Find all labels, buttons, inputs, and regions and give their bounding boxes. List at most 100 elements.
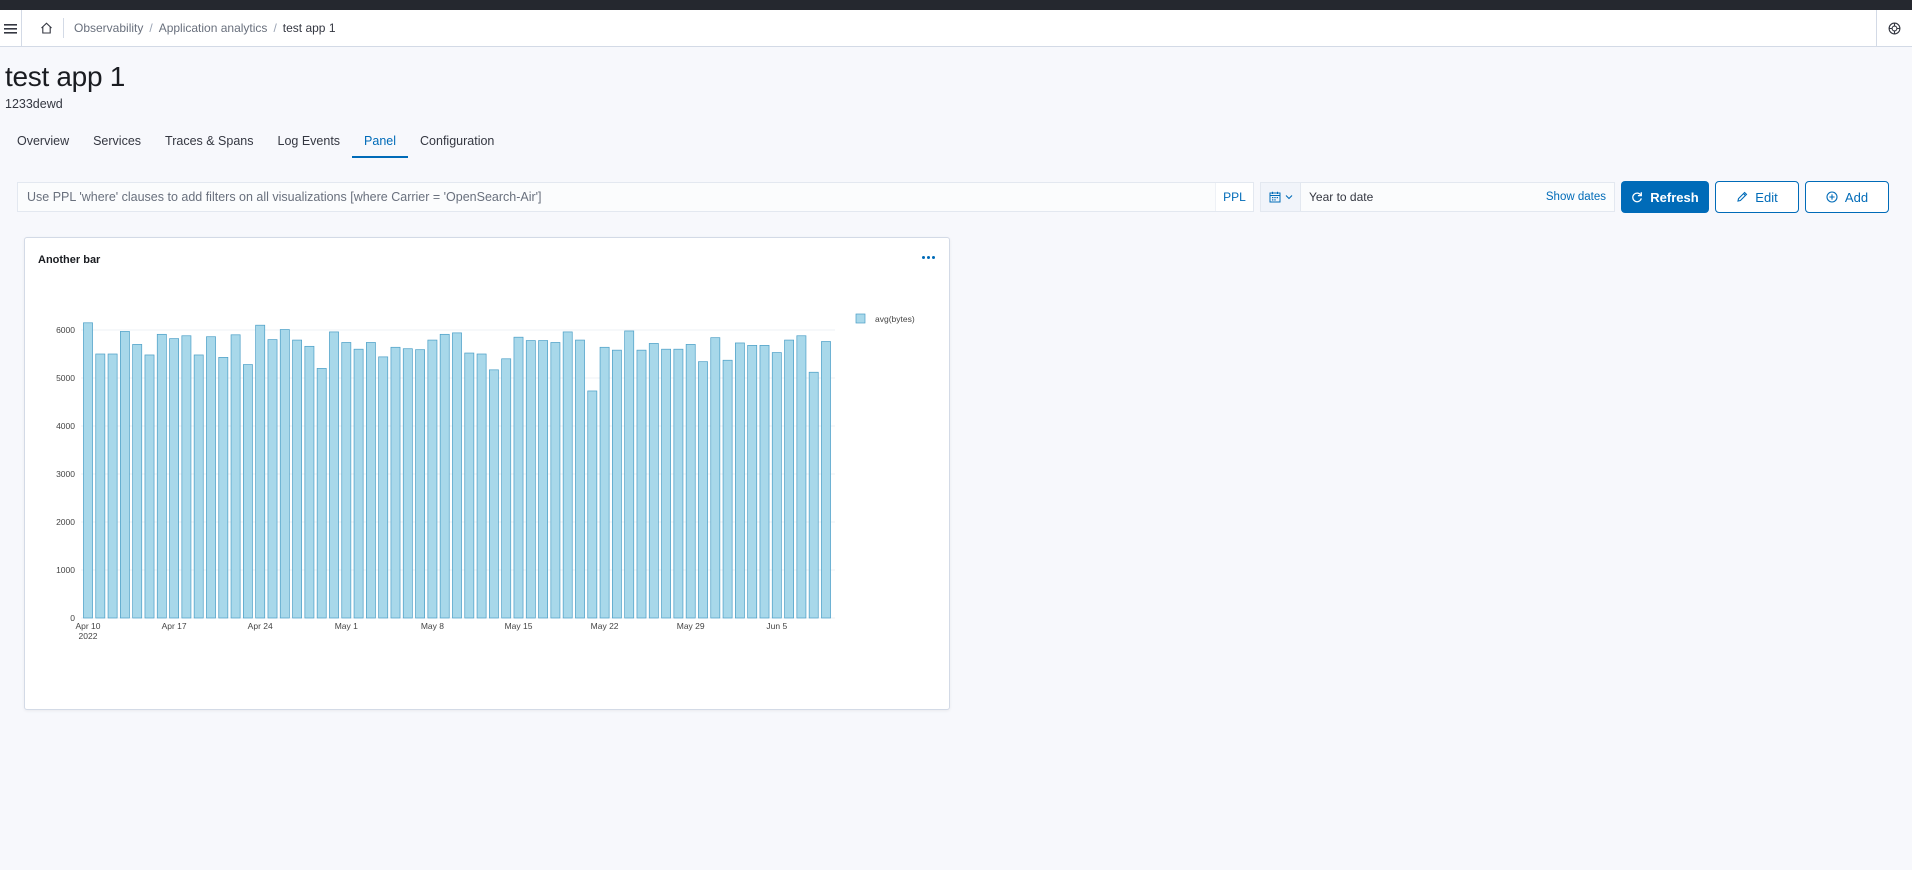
x-tick-label: May 15	[505, 621, 533, 631]
chart-bar	[206, 336, 216, 619]
chart-bar	[562, 331, 573, 619]
add-label: Add	[1844, 189, 1869, 205]
chart-bar	[279, 329, 290, 619]
chart-bar	[501, 358, 512, 619]
calendar-icon	[1269, 191, 1280, 203]
quick-select-button[interactable]	[1261, 183, 1301, 211]
chart-bar	[107, 353, 118, 619]
chart-bar	[784, 339, 794, 619]
chart-bar	[698, 361, 708, 619]
plus-circle-icon	[1826, 191, 1838, 203]
chart-bar	[341, 342, 352, 619]
chart-bar	[119, 331, 130, 619]
x-tick-label: Apr 10	[75, 621, 100, 631]
chart-bar	[796, 335, 807, 619]
tab-services[interactable]: Services	[81, 128, 153, 158]
ppl-button[interactable]: PPL	[1215, 183, 1253, 211]
tab-configuration[interactable]: Configuration	[408, 128, 506, 158]
chart-bar	[243, 364, 253, 619]
chart-bar	[575, 339, 585, 619]
chart-bar	[255, 324, 266, 619]
menu-button[interactable]	[0, 10, 22, 46]
y-tick-label: 2000	[56, 517, 75, 527]
chart-bar	[611, 349, 622, 619]
chart-bar	[734, 342, 745, 619]
tab-traces-spans[interactable]: Traces & Spans	[153, 128, 265, 158]
chart-bar	[587, 390, 598, 619]
x-tick-label: May 8	[421, 621, 444, 631]
edit-button[interactable]: Edit	[1715, 181, 1799, 213]
tab-panel[interactable]: Panel	[352, 128, 409, 158]
chart-bar	[464, 352, 475, 619]
chart-bar	[636, 349, 647, 619]
chart-bar	[304, 345, 315, 619]
breadcrumb-observability[interactable]: Observability	[74, 21, 143, 35]
y-tick-label: 5000	[56, 373, 75, 383]
breadcrumb-separator: /	[149, 21, 153, 35]
show-dates-link[interactable]: Show dates	[1546, 191, 1614, 203]
chart-bar	[181, 335, 192, 619]
breadcrumb-current: test app 1	[282, 21, 336, 35]
help-button[interactable]	[1876, 10, 1912, 46]
chart-bar	[722, 359, 733, 619]
date-picker: Year to date Show dates	[1260, 182, 1615, 212]
chart-bar	[476, 353, 487, 619]
chart-bar	[439, 333, 450, 619]
chart-bar	[513, 336, 524, 619]
chart-bar	[366, 342, 376, 619]
page-subtitle: 1233dewd	[5, 97, 63, 111]
breadcrumb: Observability / Application analytics / …	[74, 10, 336, 46]
chart-bar	[648, 343, 659, 619]
page-title: test app 1	[5, 61, 125, 92]
refresh-icon	[1632, 192, 1643, 203]
date-range-value[interactable]: Year to date	[1301, 190, 1546, 204]
home-button[interactable]	[32, 10, 60, 46]
chart-bar	[193, 354, 204, 619]
ppl-filter-input[interactable]	[18, 183, 1215, 211]
chart-bar	[747, 345, 758, 619]
breadcrumb-separator: /	[273, 21, 277, 35]
chart-bar	[390, 346, 401, 619]
chart-bar	[83, 322, 93, 619]
chart-bar	[427, 339, 438, 619]
x-tick-label: May 1	[335, 621, 358, 631]
chart-bar	[415, 349, 425, 619]
refresh-label: Refresh	[1650, 189, 1699, 205]
chart-bar	[218, 357, 229, 619]
tab-bar: Overview Services Traces & Spans Log Eve…	[5, 128, 506, 158]
chart-bar	[685, 344, 696, 619]
chart-bar	[673, 348, 684, 619]
pencil-icon	[1737, 191, 1748, 202]
header-divider	[63, 18, 64, 38]
edit-label: Edit	[1755, 189, 1778, 205]
add-button[interactable]: Add	[1805, 181, 1889, 213]
tab-log-events[interactable]: Log Events	[266, 128, 353, 158]
chart-bar	[550, 342, 561, 619]
chart-bar	[378, 356, 389, 619]
x-tick-label: Jun 5	[766, 621, 787, 631]
chart-bar	[329, 331, 339, 619]
y-tick-label: 1000	[56, 565, 75, 575]
chart-bar	[661, 348, 671, 619]
top-strip	[0, 0, 1912, 10]
chart-bar	[599, 346, 610, 619]
breadcrumb-application-analytics[interactable]: Application analytics	[159, 21, 268, 35]
y-tick-label: 4000	[56, 421, 75, 431]
chart-bar	[489, 369, 499, 619]
chart-bar	[95, 353, 106, 619]
refresh-button[interactable]: Refresh	[1621, 181, 1709, 213]
chart-bar	[230, 334, 241, 619]
y-tick-label: 6000	[56, 325, 75, 335]
chart-bar	[144, 354, 155, 619]
chart-bar	[156, 333, 167, 619]
chart-bar	[771, 352, 782, 619]
help-icon	[1888, 22, 1901, 34]
chart-bar	[452, 332, 462, 619]
chart-bar	[169, 338, 180, 619]
x-tick-label: Apr 24	[248, 621, 273, 631]
header-bar: Observability / Application analytics / …	[0, 10, 1912, 47]
x-tick-label: Apr 17	[162, 621, 187, 631]
visualization-panel: Another bar 0 1000 2000 3000 4000 5000 6000 Apr…	[24, 237, 950, 710]
ppl-filter-bar: PPL	[17, 182, 1254, 212]
tab-overview[interactable]: Overview	[5, 128, 81, 158]
